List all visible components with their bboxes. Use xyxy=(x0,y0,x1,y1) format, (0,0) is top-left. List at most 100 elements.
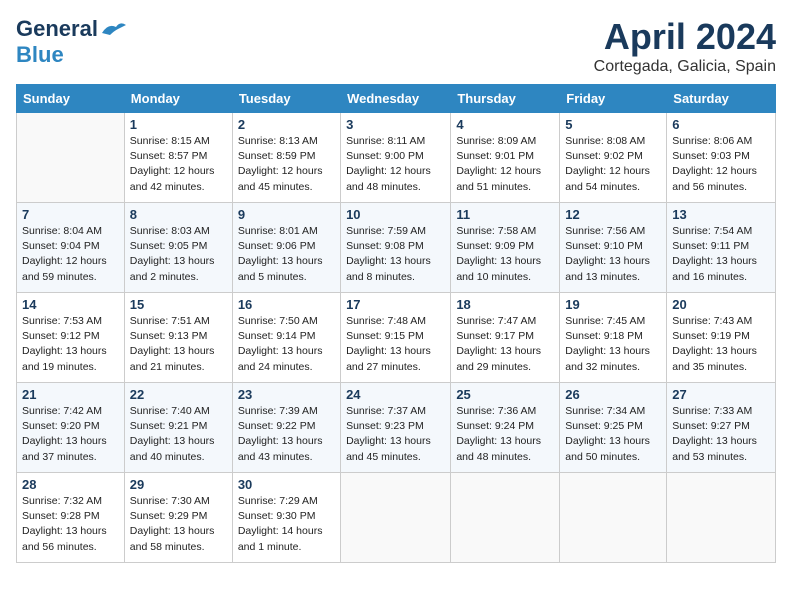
day-detail: Sunrise: 8:15 AMSunset: 8:57 PMDaylight:… xyxy=(130,134,227,195)
day-number: 6 xyxy=(672,117,770,132)
week-row-1: 1 Sunrise: 8:15 AMSunset: 8:57 PMDaylight… xyxy=(17,113,776,203)
header-tuesday: Tuesday xyxy=(232,85,340,113)
day-number: 3 xyxy=(346,117,445,132)
week-row-3: 14 Sunrise: 7:53 AMSunset: 9:12 PMDayligh… xyxy=(17,293,776,383)
cell-week5-day5 xyxy=(560,473,667,563)
cell-week4-day6: 27 Sunrise: 7:33 AMSunset: 9:27 PMDayligh… xyxy=(667,383,776,473)
day-detail: Sunrise: 7:59 AMSunset: 9:08 PMDaylight:… xyxy=(346,224,445,285)
day-detail: Sunrise: 7:33 AMSunset: 9:27 PMDaylight:… xyxy=(672,404,770,465)
cell-week5-day1: 29 Sunrise: 7:30 AMSunset: 9:29 PMDayligh… xyxy=(124,473,232,563)
cell-week1-day4: 4Sunrise: 8:09 AMSunset: 9:01 PMDaylight… xyxy=(451,113,560,203)
cell-week2-day0: 7 Sunrise: 8:04 AMSunset: 9:04 PMDaylight… xyxy=(17,203,125,293)
cell-week1-day1: 1 Sunrise: 8:15 AMSunset: 8:57 PMDaylight… xyxy=(124,113,232,203)
day-number: 9 xyxy=(238,207,335,222)
cell-week1-day5: 5 Sunrise: 8:08 AMSunset: 9:02 PMDaylight… xyxy=(560,113,667,203)
cell-week3-day0: 14 Sunrise: 7:53 AMSunset: 9:12 PMDayligh… xyxy=(17,293,125,383)
day-detail: Sunrise: 8:11 AMSunset: 9:00 PMDaylight:… xyxy=(346,134,445,195)
day-number: 21 xyxy=(22,387,119,402)
cell-week3-day5: 19Sunrise: 7:45 AMSunset: 9:18 PMDayligh… xyxy=(560,293,667,383)
day-detail: Sunrise: 8:01 AMSunset: 9:06 PMDaylight:… xyxy=(238,224,335,285)
cell-week3-day6: 20 Sunrise: 7:43 AMSunset: 9:19 PMDayligh… xyxy=(667,293,776,383)
title-area: April 2024 Cortegada, Galicia, Spain xyxy=(594,16,776,76)
day-number: 4 xyxy=(456,117,554,132)
cell-week2-day1: 8Sunrise: 8:03 AMSunset: 9:05 PMDaylight… xyxy=(124,203,232,293)
day-detail: Sunrise: 7:36 AMSunset: 9:24 PMDaylight:… xyxy=(456,404,554,465)
cell-week3-day2: 16 Sunrise: 7:50 AMSunset: 9:14 PMDayligh… xyxy=(232,293,340,383)
day-detail: Sunrise: 7:42 AMSunset: 9:20 PMDaylight:… xyxy=(22,404,119,465)
cell-week2-day3: 10 Sunrise: 7:59 AMSunset: 9:08 PMDayligh… xyxy=(341,203,451,293)
cell-week4-day0: 21 Sunrise: 7:42 AMSunset: 9:20 PMDayligh… xyxy=(17,383,125,473)
cell-week1-day6: 6 Sunrise: 8:06 AMSunset: 9:03 PMDaylight… xyxy=(667,113,776,203)
day-detail: Sunrise: 7:40 AMSunset: 9:21 PMDaylight:… xyxy=(130,404,227,465)
day-detail: Sunrise: 7:51 AMSunset: 9:13 PMDaylight:… xyxy=(130,314,227,375)
cell-week5-day3 xyxy=(341,473,451,563)
cell-week4-day2: 23 Sunrise: 7:39 AMSunset: 9:22 PMDayligh… xyxy=(232,383,340,473)
day-number: 15 xyxy=(130,297,227,312)
day-detail: Sunrise: 7:47 AMSunset: 9:17 PMDaylight:… xyxy=(456,314,554,375)
day-number: 28 xyxy=(22,477,119,492)
cell-week2-day6: 13 Sunrise: 7:54 AMSunset: 9:11 PMDayligh… xyxy=(667,203,776,293)
day-detail: Sunrise: 7:30 AMSunset: 9:29 PMDaylight:… xyxy=(130,494,227,555)
day-number: 26 xyxy=(565,387,661,402)
cell-week4-day1: 22 Sunrise: 7:40 AMSunset: 9:21 PMDayligh… xyxy=(124,383,232,473)
cell-week3-day1: 15 Sunrise: 7:51 AMSunset: 9:13 PMDayligh… xyxy=(124,293,232,383)
day-detail: Sunrise: 8:13 AMSunset: 8:59 PMDaylight:… xyxy=(238,134,335,195)
cell-week5-day0: 28 Sunrise: 7:32 AMSunset: 9:28 PMDayligh… xyxy=(17,473,125,563)
day-number: 18 xyxy=(456,297,554,312)
header-monday: Monday xyxy=(124,85,232,113)
day-number: 30 xyxy=(238,477,335,492)
cell-week1-day3: 3 Sunrise: 8:11 AMSunset: 9:00 PMDaylight… xyxy=(341,113,451,203)
day-number: 19 xyxy=(565,297,661,312)
page-header: General Blue April 2024 Cortegada, Galic… xyxy=(16,16,776,76)
week-row-4: 21 Sunrise: 7:42 AMSunset: 9:20 PMDayligh… xyxy=(17,383,776,473)
day-number: 17 xyxy=(346,297,445,312)
day-number: 7 xyxy=(22,207,119,222)
day-detail: Sunrise: 7:32 AMSunset: 9:28 PMDaylight:… xyxy=(22,494,119,555)
day-detail: Sunrise: 8:08 AMSunset: 9:02 PMDaylight:… xyxy=(565,134,661,195)
day-detail: Sunrise: 7:54 AMSunset: 9:11 PMDaylight:… xyxy=(672,224,770,285)
day-detail: Sunrise: 7:48 AMSunset: 9:15 PMDaylight:… xyxy=(346,314,445,375)
day-number: 5 xyxy=(565,117,661,132)
header-friday: Friday xyxy=(560,85,667,113)
cell-week5-day4 xyxy=(451,473,560,563)
day-number: 14 xyxy=(22,297,119,312)
day-number: 22 xyxy=(130,387,227,402)
day-detail: Sunrise: 7:50 AMSunset: 9:14 PMDaylight:… xyxy=(238,314,335,375)
day-detail: Sunrise: 7:29 AMSunset: 9:30 PMDaylight:… xyxy=(238,494,335,555)
day-detail: Sunrise: 7:34 AMSunset: 9:25 PMDaylight:… xyxy=(565,404,661,465)
day-number: 27 xyxy=(672,387,770,402)
day-detail: Sunrise: 7:37 AMSunset: 9:23 PMDaylight:… xyxy=(346,404,445,465)
logo-bird-icon xyxy=(100,19,128,39)
day-number: 16 xyxy=(238,297,335,312)
day-detail: Sunrise: 7:39 AMSunset: 9:22 PMDaylight:… xyxy=(238,404,335,465)
day-detail: Sunrise: 8:03 AMSunset: 9:05 PMDaylight:… xyxy=(130,224,227,285)
cell-week2-day4: 11 Sunrise: 7:58 AMSunset: 9:09 PMDayligh… xyxy=(451,203,560,293)
day-detail: Sunrise: 8:04 AMSunset: 9:04 PMDaylight:… xyxy=(22,224,119,285)
cell-week5-day2: 30 Sunrise: 7:29 AMSunset: 9:30 PMDayligh… xyxy=(232,473,340,563)
location: Cortegada, Galicia, Spain xyxy=(594,58,776,76)
day-number: 1 xyxy=(130,117,227,132)
day-number: 11 xyxy=(456,207,554,222)
day-detail: Sunrise: 7:53 AMSunset: 9:12 PMDaylight:… xyxy=(22,314,119,375)
day-detail: Sunrise: 7:56 AMSunset: 9:10 PMDaylight:… xyxy=(565,224,661,285)
day-number: 13 xyxy=(672,207,770,222)
day-detail: Sunrise: 7:43 AMSunset: 9:19 PMDaylight:… xyxy=(672,314,770,375)
cell-week3-day3: 17 Sunrise: 7:48 AMSunset: 9:15 PMDayligh… xyxy=(341,293,451,383)
logo: General Blue xyxy=(16,16,128,68)
day-number: 10 xyxy=(346,207,445,222)
day-number: 2 xyxy=(238,117,335,132)
calendar-table: SundayMondayTuesdayWednesdayThursdayFrid… xyxy=(16,84,776,563)
week-row-5: 28 Sunrise: 7:32 AMSunset: 9:28 PMDayligh… xyxy=(17,473,776,563)
header-wednesday: Wednesday xyxy=(341,85,451,113)
day-detail: Sunrise: 8:06 AMSunset: 9:03 PMDaylight:… xyxy=(672,134,770,195)
day-number: 29 xyxy=(130,477,227,492)
header-thursday: Thursday xyxy=(451,85,560,113)
cell-week2-day5: 12Sunrise: 7:56 AMSunset: 9:10 PMDayligh… xyxy=(560,203,667,293)
day-number: 20 xyxy=(672,297,770,312)
cell-week1-day2: 2 Sunrise: 8:13 AMSunset: 8:59 PMDaylight… xyxy=(232,113,340,203)
cell-week1-day0 xyxy=(17,113,125,203)
day-number: 23 xyxy=(238,387,335,402)
week-row-2: 7 Sunrise: 8:04 AMSunset: 9:04 PMDaylight… xyxy=(17,203,776,293)
day-detail: Sunrise: 7:58 AMSunset: 9:09 PMDaylight:… xyxy=(456,224,554,285)
cell-week4-day3: 24Sunrise: 7:37 AMSunset: 9:23 PMDayligh… xyxy=(341,383,451,473)
